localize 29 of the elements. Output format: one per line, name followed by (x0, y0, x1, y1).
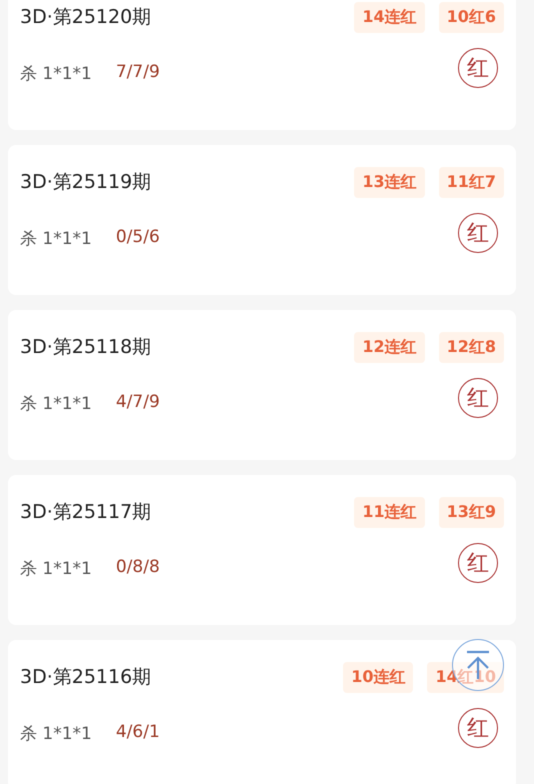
streak-tag: 13连红 (354, 166, 425, 198)
kill-label: 杀 1*1*1 (20, 228, 92, 250)
kill-numbers: 0/8/8 (116, 557, 160, 579)
streak-tag: 10连红 (343, 662, 414, 692)
issue-title: 3D·第25117期 (20, 500, 152, 525)
streak-tag: 13红9 (438, 496, 504, 528)
kill-label: 杀 1*1*1 (20, 63, 92, 85)
streak-tag: 10红6 (438, 2, 504, 32)
result-stamp: 红 (458, 378, 498, 418)
result-stamp: 红 (458, 543, 498, 583)
kill-label: 杀 1*1*1 (20, 558, 92, 580)
issue-title: 3D·第25120期 (20, 5, 152, 30)
issue-title: 3D·第25116期 (20, 665, 152, 690)
streak-tag: 14连红 (354, 2, 425, 32)
result-stamp: 红 (458, 213, 498, 253)
streak-tag: 12红8 (438, 332, 504, 362)
streak-tag: 12连红 (354, 332, 425, 362)
kill-numbers: 4/6/1 (116, 722, 160, 744)
kill-label: 杀 1*1*1 (20, 723, 92, 745)
kill-label: 杀 1*1*1 (20, 393, 92, 415)
kill-numbers: 7/7/9 (116, 62, 160, 84)
kill-numbers: 4/7/9 (116, 392, 160, 414)
streak-tag: 11红7 (438, 166, 504, 198)
result-stamp: 红 (458, 708, 498, 748)
result-stamp: 红 (458, 48, 498, 88)
kill-numbers: 0/5/6 (116, 227, 160, 249)
issue-title: 3D·第25118期 (20, 335, 152, 360)
streak-tag: 11连红 (354, 496, 425, 528)
issue-title: 3D·第25119期 (20, 170, 152, 195)
